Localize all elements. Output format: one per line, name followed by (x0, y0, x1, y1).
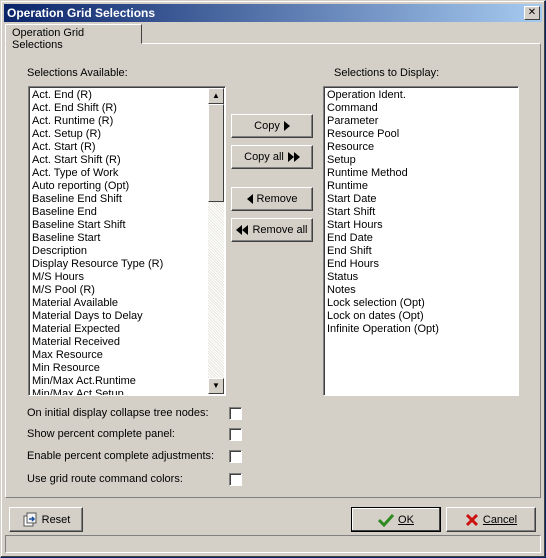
close-button[interactable]: ✕ (524, 6, 540, 20)
scroll-down-button[interactable]: ▼ (208, 378, 224, 394)
available-list-item[interactable]: Material Expected (32, 323, 223, 336)
available-list-item[interactable]: Description (32, 245, 223, 258)
arrow-left-icon (246, 194, 253, 204)
title-bar: Operation Grid Selections ✕ (4, 4, 542, 22)
status-bar (5, 535, 541, 553)
display-list-item[interactable]: Runtime (327, 180, 516, 193)
copy-button[interactable]: Copy (231, 114, 313, 138)
ok-label: OK (398, 513, 414, 526)
available-listbox[interactable]: Act. End (R) Act. End Shift (R) Act. Runti… (28, 86, 226, 396)
double-arrow-right-icon (287, 152, 300, 162)
available-list-item[interactable]: Baseline End (32, 206, 223, 219)
display-list-item[interactable]: Start Date (327, 193, 516, 206)
option-label-route-colors: Use grid route command colors: (27, 473, 183, 485)
scroll-up-button[interactable]: ▲ (208, 88, 224, 104)
percent-adjust-checkbox[interactable] (229, 450, 242, 463)
available-label: Selections Available: (27, 67, 128, 79)
remove-button[interactable]: Remove (231, 187, 313, 211)
remove-all-label: Remove all (252, 224, 308, 236)
display-list-item[interactable]: End Hours (327, 258, 516, 271)
display-list-item[interactable]: Start Shift (327, 206, 516, 219)
display-list: Operation Ident. Command Parameter Resource… (324, 87, 518, 336)
display-list-item[interactable]: Notes (327, 284, 516, 297)
available-list-item[interactable]: Material Available (32, 297, 223, 310)
percent-panel-checkbox[interactable] (229, 428, 242, 441)
available-list-item[interactable]: M/S Hours (32, 271, 223, 284)
copy-label: Copy (254, 120, 280, 132)
scroll-thumb[interactable] (208, 104, 224, 202)
available-list: Act. End (R) Act. End Shift (R) Act. Runti… (29, 87, 225, 395)
display-list-item[interactable]: Resource (327, 141, 516, 154)
window-title: Operation Grid Selections (7, 6, 156, 20)
display-list-item[interactable]: Setup (327, 154, 516, 167)
copy-all-label: Copy all (244, 151, 284, 163)
route-colors-checkbox[interactable] (229, 473, 242, 486)
available-list-item[interactable]: Material Received (32, 336, 223, 349)
available-list-item[interactable]: M/S Pool (R) (32, 284, 223, 297)
available-list-item[interactable]: Act. Start Shift (R) (32, 154, 223, 167)
arrow-right-icon (283, 121, 290, 131)
display-listbox[interactable]: Operation Ident. Command Parameter Resource… (323, 86, 519, 396)
display-label: Selections to Display: (334, 67, 440, 79)
cancel-label: Cancel (482, 513, 518, 526)
available-list-item[interactable]: Act. Setup (R) (32, 128, 223, 141)
remove-label: Remove (256, 193, 298, 205)
display-list-item[interactable]: Start Hours (327, 219, 516, 232)
display-list-item[interactable]: Parameter (327, 115, 516, 128)
display-list-item[interactable]: End Shift (327, 245, 516, 258)
remove-all-button[interactable]: Remove all (231, 218, 313, 242)
available-list-item[interactable]: Max Resource (32, 349, 223, 362)
option-label-collapse-tree: On initial display collapse tree nodes: (27, 407, 209, 419)
option-label-percent-panel: Show percent complete panel: (27, 428, 175, 440)
display-list-item[interactable]: Command (327, 102, 516, 115)
display-list-item[interactable]: End Date (327, 232, 516, 245)
copy-all-button[interactable]: Copy all (231, 145, 313, 169)
display-list-item[interactable]: Status (327, 271, 516, 284)
available-list-item[interactable]: Display Resource Type (R) (32, 258, 223, 271)
available-list-item[interactable]: Material Days to Delay (32, 310, 223, 323)
ok-button[interactable]: OK (351, 507, 441, 532)
display-list-item[interactable]: Lock selection (Opt) (327, 297, 516, 310)
available-list-item[interactable]: Baseline End Shift (32, 193, 223, 206)
display-list-item[interactable]: Runtime Method (327, 167, 516, 180)
available-list-item[interactable]: Act. Type of Work (32, 167, 223, 180)
available-scrollbar[interactable]: ▲ ▼ (208, 88, 224, 394)
collapse-tree-checkbox[interactable] (229, 407, 242, 420)
available-list-item[interactable]: Auto reporting (Opt) (32, 180, 223, 193)
dialog-window: Operation Grid Selections ✕ Operation Gr… (0, 0, 546, 558)
tab-operation-grid-selections[interactable]: Operation Grid Selections (5, 24, 142, 51)
x-icon (465, 513, 478, 526)
display-list-item[interactable]: Operation Ident. (327, 89, 516, 102)
available-list-item[interactable]: Min/Max Act.Runtime (32, 375, 223, 388)
reset-icon (23, 512, 37, 526)
option-label-percent-adjust: Enable percent complete adjustments: (27, 450, 215, 462)
reset-label: Reset (41, 513, 71, 526)
tab-panel: Selections Available: Act. End (R) Act. E… (5, 43, 541, 498)
display-list-item[interactable]: Lock on dates (Opt) (327, 310, 516, 323)
available-list-item[interactable]: Baseline Start (32, 232, 223, 245)
available-list-item[interactable]: Baseline Start Shift (32, 219, 223, 232)
available-list-item[interactable]: Act. End Shift (R) (32, 102, 223, 115)
available-list-item[interactable]: Act. End (R) (32, 89, 223, 102)
available-list-item[interactable]: Act. Start (R) (32, 141, 223, 154)
display-list-item[interactable]: Infinite Operation (Opt) (327, 323, 516, 336)
double-arrow-left-icon (236, 225, 249, 235)
available-list-item[interactable]: Min Resource (32, 362, 223, 375)
cancel-button[interactable]: Cancel (446, 507, 536, 532)
checkmark-icon (378, 513, 395, 527)
display-list-item[interactable]: Resource Pool (327, 128, 516, 141)
reset-button[interactable]: Reset (9, 507, 83, 532)
available-list-item[interactable]: Min/Max Act.Setup (32, 388, 223, 395)
available-list-item[interactable]: Act. Runtime (R) (32, 115, 223, 128)
